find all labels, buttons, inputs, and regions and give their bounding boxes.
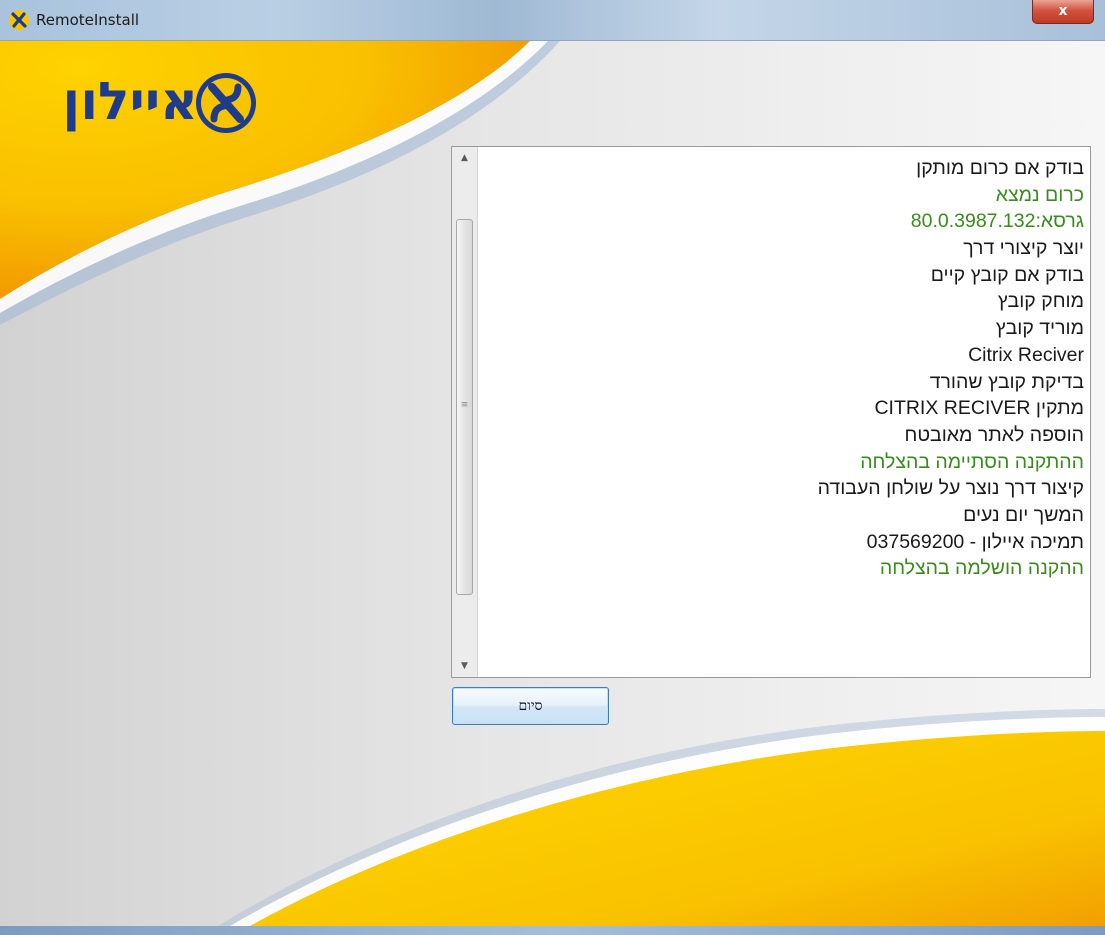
remote-install-window: RemoteInstall x איילון ▲ ≡ ▼ בודק אם כרו… — [0, 0, 1105, 935]
log-line: ההתקנה הסתיימה בהצלחה — [860, 450, 1084, 473]
log-line: תמיכה איילון - 037569200 — [866, 530, 1084, 553]
log-line: מוריד קובץ — [995, 317, 1084, 340]
scroll-down-arrow-icon[interactable]: ▼ — [452, 655, 477, 677]
log-line: מתקין CITRIX RECIVER — [874, 397, 1084, 420]
log-line: ההקנה הושלמה בהצלחה — [879, 557, 1084, 580]
scroll-thumb[interactable]: ≡ — [456, 219, 473, 595]
scroll-up-arrow-icon[interactable]: ▲ — [452, 147, 477, 169]
log-lines: בודק אם כרום מותקן כרום נמצא גרסא:80.0.398… — [480, 155, 1088, 582]
log-line: בודק אם כרום מותקן — [916, 157, 1084, 179]
log-line: קיצור דרך נוצר על שולחן העבודה — [817, 477, 1084, 500]
logo-text: איילון — [62, 72, 198, 132]
close-button[interactable]: x — [1032, 0, 1094, 24]
log-line: יוצר קיצורי דרך — [963, 237, 1084, 260]
log-line: המשך יום נעים — [963, 503, 1084, 526]
log-line: הוספה לאתר מאובטח — [904, 423, 1084, 446]
finish-button[interactable]: סיום — [452, 687, 609, 725]
log-scrollbar[interactable]: ▲ ≡ ▼ — [452, 147, 478, 677]
log-line: בדיקת קובץ שהורד — [929, 370, 1084, 393]
window-bottom-border — [0, 926, 1105, 935]
grip-icon: ≡ — [460, 400, 469, 410]
ayalon-badge-icon — [196, 73, 256, 133]
app-logo-icon — [9, 10, 29, 30]
log-line: כרום נמצא — [995, 183, 1084, 206]
log-line: Citrix Reciver — [968, 343, 1084, 366]
close-icon: x — [1058, 3, 1068, 19]
log-line: מוחק קובץ — [997, 290, 1084, 313]
window-title: RemoteInstall — [36, 11, 140, 29]
install-log-listbox[interactable]: ▲ ≡ ▼ בודק אם כרום מותקן כרום נמצא גרסא:80… — [451, 146, 1091, 678]
title-bar[interactable]: RemoteInstall x — [0, 0, 1105, 41]
log-line: גרסא:80.0.3987.132 — [910, 210, 1084, 233]
log-line: בודק אם קובץ קיים — [930, 263, 1084, 286]
